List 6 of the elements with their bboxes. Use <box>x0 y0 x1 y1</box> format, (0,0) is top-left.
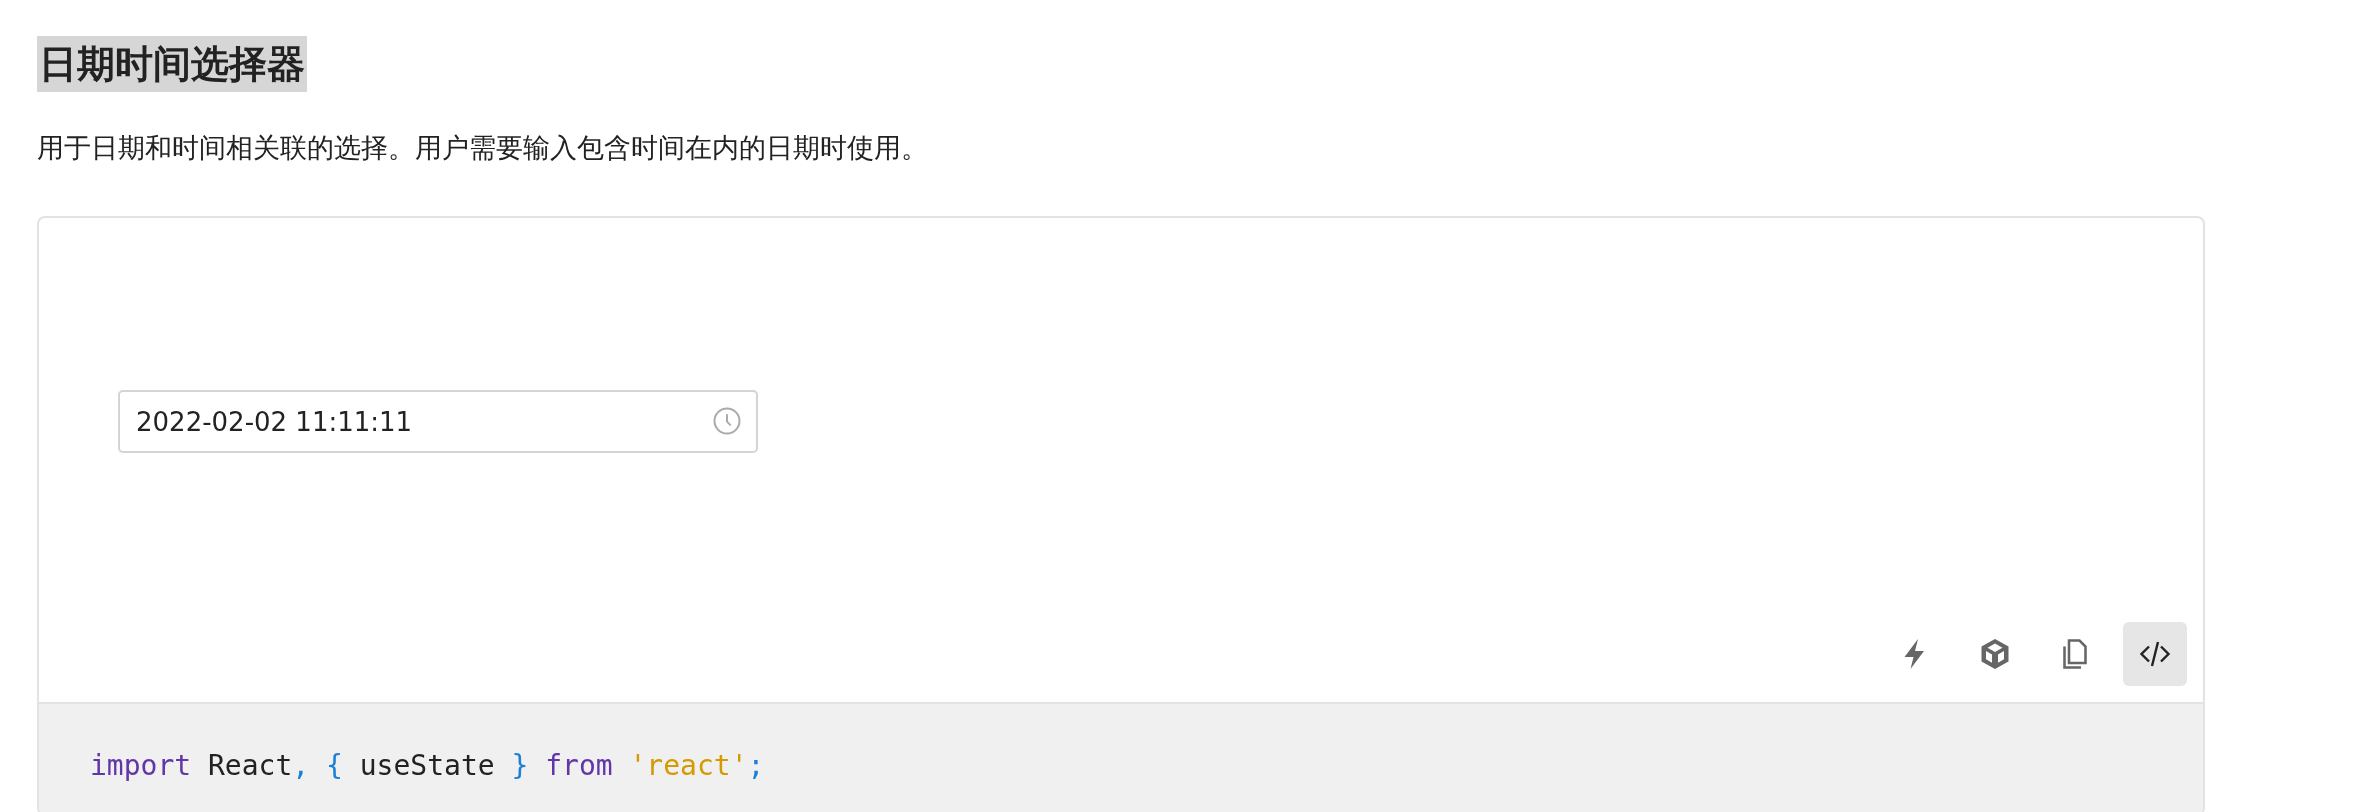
page-title: 日期时间选择器 <box>37 36 307 92</box>
code-line: import React, { useState } from 'react'; <box>90 748 765 784</box>
clock-icon <box>712 406 742 436</box>
toolbar-button[interactable] <box>2123 622 2187 686</box>
datetime-field[interactable]: 2022-02-02 11:11:11 <box>118 390 758 453</box>
description: 用于日期和时间相关联的选择。用户需要输入包含时间在内的日期时使用。 <box>37 131 929 165</box>
